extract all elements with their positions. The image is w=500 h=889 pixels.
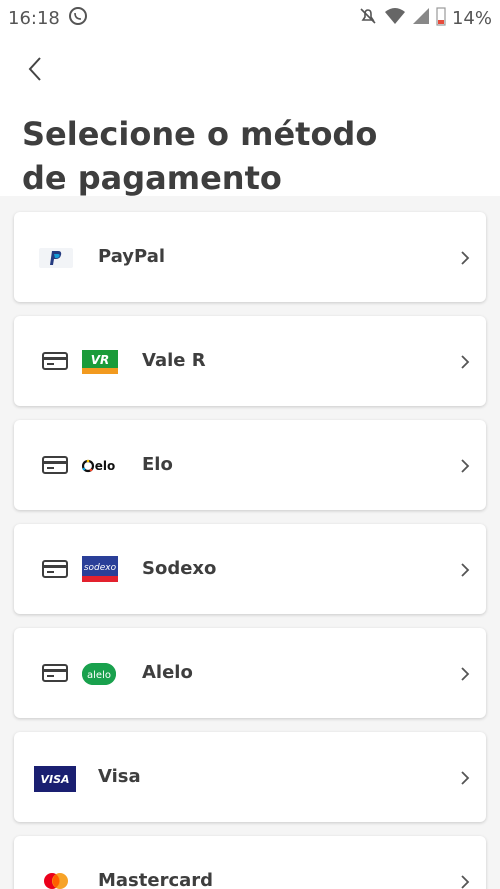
status-time: 16:18	[8, 7, 60, 29]
credit-card-icon	[42, 664, 68, 682]
payment-option-mastercard[interactable]: Mastercard	[14, 836, 486, 889]
battery-percent: 14%	[451, 7, 492, 29]
payment-label: Alelo	[142, 662, 193, 683]
chevron-right-icon	[461, 355, 470, 369]
payment-label: Sodexo	[142, 558, 217, 579]
payment-option-visa[interactable]: VISA Visa	[14, 732, 486, 822]
chevron-right-icon	[461, 251, 470, 265]
alelo-logo: alelo	[82, 663, 116, 685]
credit-card-icon	[42, 456, 68, 474]
visa-logo: VISA	[34, 766, 76, 792]
credit-card-icon	[42, 352, 68, 370]
payment-label: Mastercard	[98, 870, 214, 889]
alelo-logo-text: alelo	[87, 670, 111, 681]
chevron-right-icon	[461, 667, 470, 681]
chevron-right-icon	[461, 563, 470, 577]
whatsapp-icon	[68, 6, 88, 31]
chevron-left-icon	[28, 57, 41, 81]
payment-option-alelo[interactable]: alelo Alelo	[14, 628, 486, 718]
paypal-logo	[39, 248, 73, 268]
mastercard-logo	[42, 871, 70, 889]
payment-label: PayPal	[98, 246, 166, 267]
elo-logo: elo	[82, 456, 118, 476]
payment-label: Elo	[142, 454, 173, 475]
sodexo-logo-text: sodexo	[84, 563, 117, 573]
payment-label: Vale R	[142, 350, 206, 371]
payment-option-vale-r[interactable]: VR Vale R	[14, 316, 486, 406]
vr-logo: VR	[82, 350, 118, 374]
elo-logo-text: elo	[95, 459, 116, 473]
chevron-right-icon	[461, 771, 470, 785]
vr-logo-text: VR	[91, 353, 110, 367]
visa-logo-text: VISA	[40, 772, 70, 786]
status-bar: 16:18 14%	[0, 0, 500, 36]
payment-option-paypal[interactable]: PayPal	[14, 212, 486, 302]
sodexo-logo: sodexo	[82, 556, 118, 582]
battery-icon	[436, 6, 446, 31]
payment-option-sodexo[interactable]: sodexo Sodexo	[14, 524, 486, 614]
page-title: Selecione o método de pagamento	[22, 115, 378, 197]
credit-card-icon	[42, 560, 68, 578]
payment-method-list: PayPal VR Vale R elo Elo sodexo Sodexo a…	[0, 196, 500, 889]
signal-icon	[412, 7, 430, 30]
mute-icon	[358, 6, 378, 31]
payment-option-elo[interactable]: elo Elo	[14, 420, 486, 510]
chevron-right-icon	[461, 875, 470, 889]
back-button[interactable]	[20, 54, 50, 84]
payment-label: Visa	[98, 766, 141, 787]
header: Selecione o método de pagamento	[0, 36, 500, 197]
wifi-icon	[384, 7, 406, 30]
chevron-right-icon	[461, 459, 470, 473]
